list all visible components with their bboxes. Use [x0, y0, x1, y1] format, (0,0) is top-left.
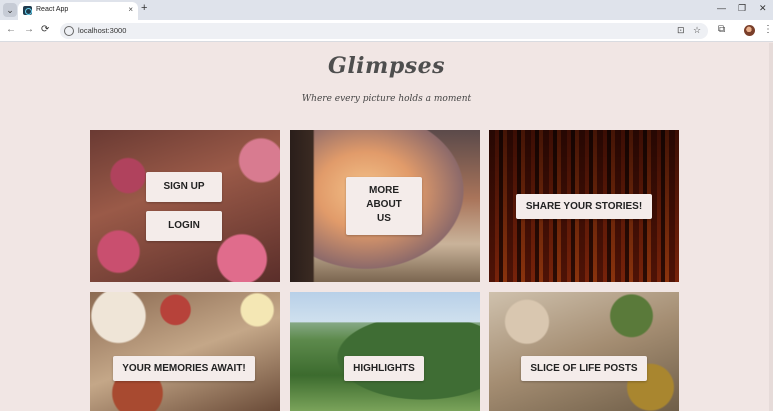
- react-favicon-icon: [23, 6, 32, 15]
- url-text: localhost:3000: [78, 26, 127, 35]
- about-label-line-1: MORE: [369, 185, 399, 196]
- site-info-icon[interactable]: [64, 26, 74, 36]
- install-app-icon[interactable]: ⊡: [677, 25, 685, 36]
- extensions-icon[interactable]: ⧉: [718, 24, 725, 35]
- site-tagline: Where every picture holds a moment: [301, 94, 472, 104]
- forward-icon[interactable]: →: [24, 24, 34, 35]
- card-memories: YOUR MEMORIES AWAIT!: [90, 292, 280, 411]
- restore-icon[interactable]: ❐: [738, 3, 746, 14]
- site-title: Glimpses: [328, 53, 445, 79]
- tab-title: React App: [36, 6, 69, 13]
- card-stories: SHARE YOUR STORIES!: [489, 130, 679, 282]
- new-tab-icon[interactable]: +: [141, 2, 147, 14]
- share-your-stories-button[interactable]: SHARE YOUR STORIES!: [516, 194, 652, 219]
- your-memories-button[interactable]: YOUR MEMORIES AWAIT!: [113, 356, 255, 381]
- bookmark-star-icon[interactable]: ☆: [693, 25, 701, 36]
- more-about-us-button[interactable]: MORE ABOUT US: [346, 177, 422, 235]
- address-bar: ← → ⟳ localhost:3000 ⊡ ☆ ⧉ ⋮: [0, 20, 773, 42]
- tab-search-icon[interactable]: ⌄: [3, 3, 17, 17]
- profile-avatar[interactable]: [744, 25, 755, 36]
- close-window-icon[interactable]: ✕: [759, 3, 767, 14]
- close-tab-icon[interactable]: ×: [128, 5, 133, 14]
- card-highlights: HIGHLIGHTS: [290, 292, 480, 411]
- slice-of-life-button[interactable]: SLICE OF LIFE POSTS: [521, 356, 647, 381]
- browser-tab-bar: ⌄ React App × + — ❐ ✕: [0, 0, 773, 20]
- card-about: MORE ABOUT US: [290, 130, 480, 282]
- about-label-line-3: US: [377, 213, 391, 224]
- login-button[interactable]: LOGIN: [146, 211, 222, 241]
- browser-tab[interactable]: React App ×: [18, 2, 138, 20]
- highlights-button[interactable]: HIGHLIGHTS: [344, 356, 424, 381]
- menu-icon[interactable]: ⋮: [763, 24, 773, 35]
- signup-button[interactable]: SIGN UP: [146, 172, 222, 202]
- url-field[interactable]: localhost:3000 ⊡ ☆: [60, 23, 708, 39]
- card-slice-of-life: SLICE OF LIFE POSTS: [489, 292, 679, 411]
- card-blossom: SIGN UP LOGIN: [90, 130, 280, 282]
- reload-icon[interactable]: ⟳: [41, 24, 49, 35]
- about-label-line-2: ABOUT: [366, 199, 402, 210]
- minimize-icon[interactable]: —: [717, 3, 726, 13]
- back-icon[interactable]: ←: [6, 24, 16, 35]
